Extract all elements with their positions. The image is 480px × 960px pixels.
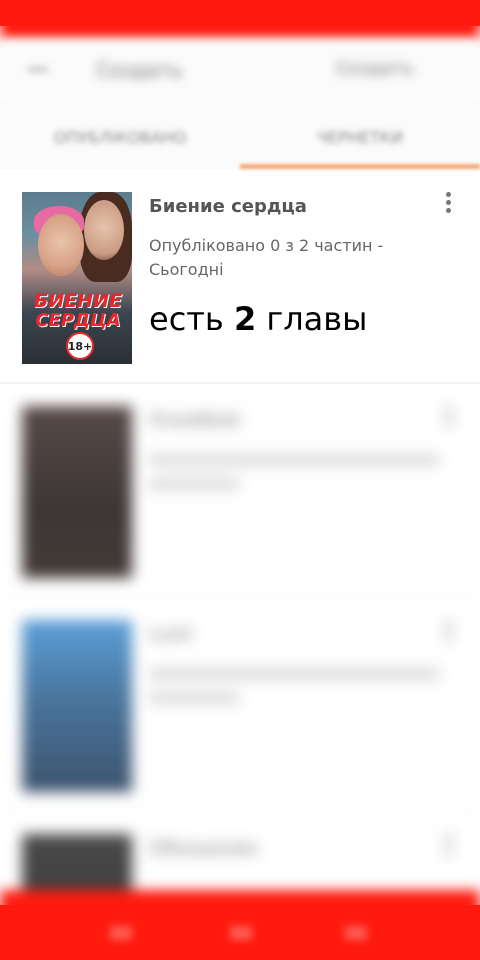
story-meta-placeholder — [149, 668, 439, 680]
story-title: Биение сердца — [149, 196, 307, 217]
story-publish-status: Опубліковано 0 з 2 частин - Сьогодні — [149, 236, 384, 279]
status-bar-fill — [0, 0, 480, 26]
story-title: Lost — [149, 624, 193, 645]
story-cover[interactable]: БИЕНИЕ СЕРДЦА 18+ — [22, 192, 132, 364]
caption-prefix: есть — [149, 300, 234, 338]
tab-drafts[interactable]: ЧЕРНЕТКИ — [280, 128, 440, 152]
header-action-button[interactable]: Создать — [336, 58, 466, 80]
story-item[interactable]: Lost — [0, 600, 480, 812]
home-icon[interactable] — [110, 926, 132, 940]
more-vertical-icon[interactable] — [440, 834, 456, 858]
story-title: Обещание — [149, 838, 259, 859]
more-vertical-icon[interactable] — [440, 406, 456, 430]
search-icon[interactable] — [230, 926, 252, 940]
story-title: Плейбой — [149, 410, 240, 431]
cover-figure — [84, 200, 124, 260]
tab-published[interactable]: ОПУБЛІКОВАНО — [40, 128, 200, 152]
story-cover[interactable] — [22, 620, 132, 792]
story-meta-placeholder — [149, 692, 239, 704]
story-item[interactable]: Плейбой — [0, 386, 480, 598]
tab-bar: ОПУБЛІКОВАНО ЧЕРНЕТКИ — [0, 100, 480, 170]
story-meta-placeholder — [149, 478, 239, 490]
tab-indicator — [240, 164, 480, 169]
cover-title-line: СЕРДЦА — [35, 310, 121, 331]
cover-figure — [38, 214, 84, 276]
more-vertical-icon[interactable] — [440, 620, 456, 644]
arrow-back-icon[interactable] — [26, 60, 48, 78]
more-vertical-icon[interactable] — [440, 192, 456, 216]
story-meta-placeholder — [149, 454, 439, 466]
caption-suffix: главы — [256, 300, 368, 338]
caption-number: 2 — [233, 300, 257, 338]
header-title: Создать — [96, 58, 183, 80]
story-item[interactable]: БИЕНИЕ СЕРДЦА 18+ Биение сердца Опубліко… — [0, 172, 480, 384]
overlay-caption: есть 2 главы — [149, 300, 449, 344]
library-icon[interactable] — [345, 926, 367, 940]
cover-title-line: БИЕНИЕ — [33, 290, 123, 312]
story-cover[interactable] — [22, 406, 132, 578]
age-rating-badge: 18+ — [66, 332, 94, 360]
